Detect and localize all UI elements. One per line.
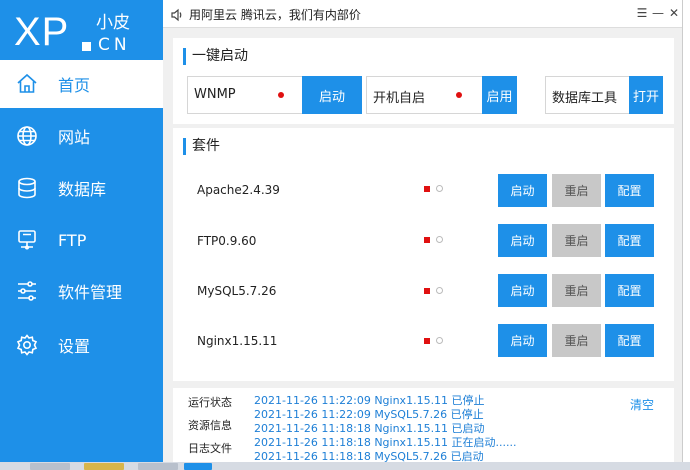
quick-item-label: 数据库工具 xyxy=(552,91,618,106)
nginx-config-button[interactable]: 配置 xyxy=(605,324,654,357)
minimize-button[interactable]: — xyxy=(651,6,665,20)
log-line: 2021-11-26 11:22:09 Nginx1.15.11 已停止 xyxy=(254,394,485,407)
sidebar-item-home[interactable]: 首页 xyxy=(0,60,163,108)
quick-item-autostart: 开机自启 启用 xyxy=(366,76,517,114)
sidebar-item-label: 数据库 xyxy=(58,180,107,199)
taskbar xyxy=(0,462,690,470)
log-tab-resources[interactable]: 资源信息 xyxy=(188,417,232,433)
speaker-icon xyxy=(170,7,184,22)
database-icon xyxy=(14,175,40,201)
service-status-ring xyxy=(436,185,443,192)
ftp-config-button[interactable]: 配置 xyxy=(605,224,654,257)
taskbar-item[interactable] xyxy=(84,463,124,470)
service-name: FTP0.9.60 xyxy=(197,234,257,248)
sidebar-item-database[interactable]: 数据库 xyxy=(0,164,163,212)
ftp-start-button[interactable]: 启动 xyxy=(498,224,547,257)
close-button[interactable]: ✕ xyxy=(667,6,681,20)
sliders-icon xyxy=(14,278,40,304)
service-status-ring xyxy=(436,287,443,294)
sidebar-item-label: FTP xyxy=(58,230,87,250)
nginx-restart-button[interactable]: 重启 xyxy=(552,324,601,357)
logo-xp: XP xyxy=(14,10,70,54)
quick-item-label: 开机自启 xyxy=(373,91,426,106)
ftp-icon xyxy=(14,227,40,253)
background-window-edge xyxy=(682,0,690,462)
log-tab-logfiles[interactable]: 日志文件 xyxy=(188,440,232,456)
sidebar-item-label: 网站 xyxy=(58,128,91,147)
status-dot xyxy=(278,92,284,98)
service-status-ring xyxy=(436,236,443,243)
globe-icon xyxy=(14,123,40,149)
gear-icon xyxy=(14,332,40,358)
nginx-start-button[interactable]: 启动 xyxy=(498,324,547,357)
sidebar-item-website[interactable]: 网站 xyxy=(0,112,163,160)
sidebar-item-software[interactable]: 软件管理 xyxy=(0,267,163,315)
main-panel: 用阿里云 腾讯云，我们有内部价 ☰ — ✕ 一键启动 WNMP 启动 开机自启 … xyxy=(163,0,682,463)
service-status-indicator xyxy=(424,288,430,294)
service-status-ring xyxy=(436,337,443,344)
mysql-config-button[interactable]: 配置 xyxy=(605,274,654,307)
log-line: 2021-11-26 11:18:18 Nginx1.15.11 正在启动...… xyxy=(254,436,517,449)
db-tool-open-button[interactable]: 打开 xyxy=(629,76,663,114)
mysql-restart-button[interactable]: 重启 xyxy=(552,274,601,307)
home-icon xyxy=(14,71,40,97)
announcement-text[interactable]: 用阿里云 腾讯云，我们有内部价 xyxy=(189,6,361,23)
service-status-indicator xyxy=(424,338,430,344)
quick-item-wnmp: WNMP 启动 xyxy=(187,76,362,114)
quick-item-label: WNMP xyxy=(194,87,236,102)
service-status-indicator xyxy=(424,186,430,192)
logo-cn-bottom: CN xyxy=(98,35,131,55)
title-bar: 用阿里云 腾讯云，我们有内部价 ☰ — ✕ xyxy=(163,0,682,28)
quick-start-title: 一键启动 xyxy=(183,48,248,65)
log-line: 2021-11-26 11:22:09 MySQL5.7.26 已停止 xyxy=(254,408,484,421)
apache-restart-button[interactable]: 重启 xyxy=(552,174,601,207)
suite-card: 套件 Apache2.4.39 启动 重启 配置 FTP0.9.60 启动 重启… xyxy=(173,128,674,381)
service-name: Apache2.4.39 xyxy=(197,183,280,197)
service-status-indicator xyxy=(424,237,430,243)
sidebar-item-label: 首页 xyxy=(58,76,91,95)
apache-start-button[interactable]: 启动 xyxy=(498,174,547,207)
log-tab-status[interactable]: 运行状态 xyxy=(188,394,232,410)
clear-log-button[interactable]: 清空 xyxy=(630,396,654,413)
wnmp-start-button[interactable]: 启动 xyxy=(302,76,362,114)
sidebar-item-ftp[interactable]: FTP xyxy=(0,216,163,264)
apache-config-button[interactable]: 配置 xyxy=(605,174,654,207)
sidebar-item-settings[interactable]: 设置 xyxy=(0,321,163,369)
logo-dot xyxy=(82,42,91,51)
service-name: MySQL5.7.26 xyxy=(197,284,277,298)
sidebar: XP 小皮 CN 首页 网站 数据库 FTP 软件管理 设置 xyxy=(0,0,163,462)
quick-item-db-tool: 数据库工具 打开 xyxy=(545,76,663,114)
service-name: Nginx1.15.11 xyxy=(197,334,278,348)
taskbar-item-active[interactable] xyxy=(184,463,212,470)
sidebar-item-label: 软件管理 xyxy=(58,283,123,302)
taskbar-item[interactable] xyxy=(30,463,70,470)
status-dot xyxy=(456,92,462,98)
sidebar-item-label: 设置 xyxy=(58,337,91,356)
ftp-restart-button[interactable]: 重启 xyxy=(552,224,601,257)
mysql-start-button[interactable]: 启动 xyxy=(498,274,547,307)
log-line: 2021-11-26 11:18:18 Nginx1.15.11 已启动 xyxy=(254,422,485,435)
suite-title: 套件 xyxy=(183,138,220,155)
logo-cn-top: 小皮 xyxy=(96,13,130,33)
autostart-enable-button[interactable]: 启用 xyxy=(482,76,517,114)
menu-button[interactable]: ☰ xyxy=(635,6,649,20)
taskbar-item[interactable] xyxy=(138,463,178,470)
